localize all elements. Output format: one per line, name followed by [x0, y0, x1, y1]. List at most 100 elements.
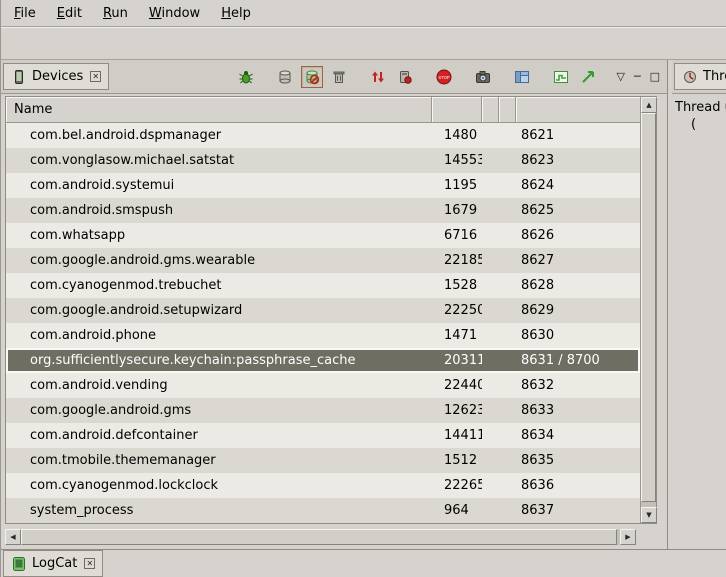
menu-run[interactable]: Run: [94, 3, 137, 24]
method-profiling-button[interactable]: [394, 66, 416, 88]
vertical-scrollbar[interactable]: ▲ ▼: [640, 97, 656, 523]
process-row[interactable]: org.sufficientlysecure.keychain:passphra…: [6, 348, 640, 373]
process-row[interactable]: com.google.android.gms.wearable 22185 86…: [6, 248, 640, 273]
process-pid: 14553: [432, 153, 482, 168]
opengl-trace-button[interactable]: [577, 66, 599, 88]
systrace-icon: [553, 69, 569, 85]
process-port: 8630: [516, 328, 640, 343]
scroll-up-icon[interactable]: ▲: [641, 97, 657, 113]
devices-toolbar: STOP: [235, 66, 599, 88]
process-row[interactable]: com.android.smspush 1679 8625: [6, 198, 640, 223]
devices-panel: Devices ✕: [1, 60, 667, 549]
view-hierarchy-icon: [514, 69, 530, 85]
cause-gc-button[interactable]: [328, 66, 350, 88]
column-header-name[interactable]: Name: [6, 97, 432, 123]
process-port: 8624: [516, 178, 640, 193]
process-pid: 22440: [432, 378, 482, 393]
process-pid: 1679: [432, 203, 482, 218]
logcat-tabbar: LogCat ✕: [1, 549, 726, 577]
process-name: com.google.android.setupwizard: [6, 303, 432, 318]
column-header-port[interactable]: [516, 97, 640, 123]
process-row[interactable]: com.vonglasow.michael.satstat 14553 8623: [6, 148, 640, 173]
horizontal-scrollbar-thumb[interactable]: [21, 529, 617, 545]
process-row[interactable]: com.google.android.gms 12623 8633: [6, 398, 640, 423]
stop-process-button[interactable]: STOP: [433, 66, 455, 88]
threads-message-line1: Thread up: [675, 99, 723, 116]
debug-process-button[interactable]: [235, 66, 257, 88]
process-row[interactable]: com.cyanogenmod.trebuchet 1528 8628: [6, 273, 640, 298]
screen-capture-icon: [475, 69, 491, 85]
process-port: 8626: [516, 228, 640, 243]
tab-devices[interactable]: Devices ✕: [3, 63, 109, 90]
minimize-icon[interactable]: ─: [634, 70, 641, 83]
process-port: 8636: [516, 478, 640, 493]
menu-bar: File Edit Run Window Help: [1, 0, 726, 27]
tab-logcat[interactable]: LogCat ✕: [3, 550, 103, 577]
menu-help[interactable]: Help: [212, 3, 260, 24]
screen-capture-button[interactable]: [472, 66, 494, 88]
process-port: 8627: [516, 253, 640, 268]
process-name: com.google.android.gms: [6, 403, 432, 418]
horizontal-scrollbar[interactable]: ◀ ▶: [5, 529, 636, 545]
close-icon[interactable]: ✕: [90, 71, 101, 82]
process-port: 8637: [516, 503, 640, 518]
process-pid: 14411: [432, 428, 482, 443]
threads-icon: [682, 69, 698, 85]
process-name: com.android.smspush: [6, 203, 432, 218]
tab-logcat-label: LogCat: [32, 556, 77, 571]
logcat-icon: [11, 556, 27, 572]
process-name: com.android.systemui: [6, 178, 432, 193]
ddms-window: File Edit Run Window Help Devices ✕: [0, 0, 726, 577]
close-icon[interactable]: ✕: [84, 558, 95, 569]
process-port: 8632: [516, 378, 640, 393]
process-pid: 1480: [432, 128, 482, 143]
view-hierarchy-button[interactable]: [511, 66, 533, 88]
process-port: 8628: [516, 278, 640, 293]
maximize-icon[interactable]: □: [650, 70, 660, 83]
process-name: com.vonglasow.michael.satstat: [6, 153, 432, 168]
process-row[interactable]: com.android.phone 1471 8630: [6, 323, 640, 348]
update-threads-button[interactable]: [367, 66, 389, 88]
process-row[interactable]: com.android.systemui 1195 8624: [6, 173, 640, 198]
update-threads-icon: [370, 69, 386, 85]
vertical-scrollbar-thumb[interactable]: [641, 113, 656, 502]
column-header-pid[interactable]: [432, 97, 482, 123]
process-row[interactable]: com.tmobile.thememanager 1512 8635: [6, 448, 640, 473]
stop-process-icon: STOP: [436, 69, 452, 85]
scroll-right-icon[interactable]: ▶: [620, 529, 636, 545]
cause-gc-icon: [331, 69, 347, 85]
table-header: Name: [6, 97, 640, 123]
scroll-down-icon[interactable]: ▼: [641, 507, 657, 523]
column-header-aux2[interactable]: [499, 97, 516, 123]
process-row[interactable]: com.google.android.setupwizard 22250 862…: [6, 298, 640, 323]
systrace-button[interactable]: [550, 66, 572, 88]
view-menu-icon[interactable]: ▽: [617, 70, 625, 83]
process-name: org.sufficientlysecure.keychain:passphra…: [6, 353, 432, 368]
process-name: com.android.defcontainer: [6, 428, 432, 443]
menu-file[interactable]: File: [5, 3, 45, 24]
process-row[interactable]: com.whatsapp 6716 8626: [6, 223, 640, 248]
process-name: com.whatsapp: [6, 228, 432, 243]
process-row[interactable]: com.android.vending 22440 8632: [6, 373, 640, 398]
process-row[interactable]: system_process 964 8637: [6, 498, 640, 523]
menu-window[interactable]: Window: [140, 3, 209, 24]
tab-devices-label: Devices: [32, 69, 83, 84]
process-name: com.google.android.gms.wearable: [6, 253, 432, 268]
process-port: 8634: [516, 428, 640, 443]
process-row[interactable]: com.android.defcontainer 14411 8634: [6, 423, 640, 448]
process-pid: 1471: [432, 328, 482, 343]
update-heap-button[interactable]: [274, 66, 296, 88]
column-header-aux1[interactable]: [482, 97, 499, 123]
process-row[interactable]: com.bel.android.dspmanager 1480 8621: [6, 123, 640, 148]
process-pid: 1512: [432, 453, 482, 468]
process-name: com.android.phone: [6, 328, 432, 343]
scroll-left-icon[interactable]: ◀: [5, 529, 21, 545]
tab-threads[interactable]: Threa: [674, 63, 726, 90]
process-port: 8631 / 8700: [516, 353, 640, 368]
process-row[interactable]: com.cyanogenmod.lockclock 22265 8636: [6, 473, 640, 498]
threads-message-line2: (: [675, 116, 723, 133]
menu-edit[interactable]: Edit: [48, 3, 91, 24]
dump-hprof-icon: [304, 69, 320, 85]
debug-icon: [238, 69, 254, 85]
dump-hprof-button[interactable]: [301, 66, 323, 88]
